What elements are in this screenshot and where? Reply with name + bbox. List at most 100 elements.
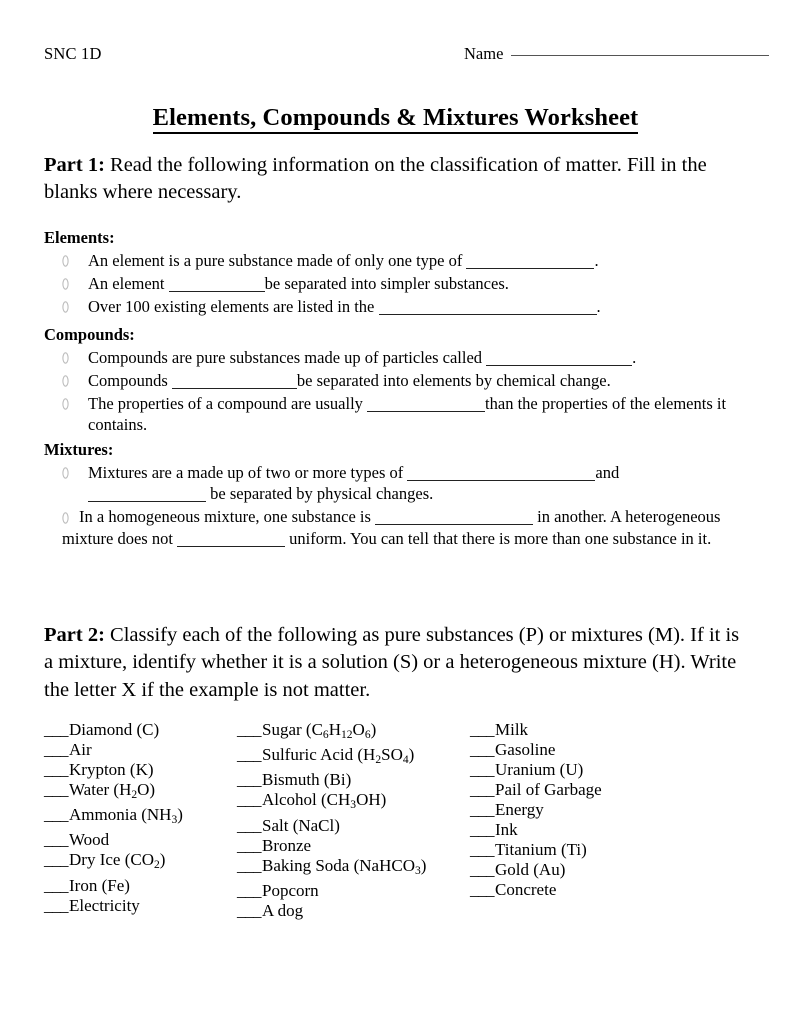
fill-in-blank[interactable] [177, 530, 286, 548]
list-item[interactable]: ___Salt (NaCl) [237, 816, 470, 836]
list-item[interactable]: ___Gold (Au) [470, 860, 602, 880]
bullet-pre-text: In a homogeneous mixture, one substance … [79, 506, 376, 526]
bullet-text: An element be separated into simpler sub… [88, 274, 750, 295]
fill-in-blank[interactable] [378, 299, 597, 316]
list-item[interactable]: ___Air [44, 740, 237, 760]
answer-blank[interactable]: ___ [237, 790, 262, 809]
list-item[interactable]: ___Popcorn [237, 881, 470, 901]
fill-in-blank[interactable] [367, 396, 486, 413]
answer-blank[interactable]: ___ [237, 770, 262, 789]
answer-blank[interactable]: ___ [237, 720, 262, 739]
part2-instructions: Part 2: Classify each of the following a… [44, 622, 750, 704]
list-item-label: Air [69, 740, 92, 759]
list-item[interactable]: ___Water (H2O) [44, 780, 237, 805]
list-item[interactable]: ___Electricity [44, 896, 237, 916]
answer-blank[interactable]: ___ [44, 850, 69, 869]
answer-blank[interactable]: ___ [470, 740, 495, 759]
list-item[interactable]: ___Krypton (K) [44, 760, 237, 780]
bullet-item: Over 100 existing elements are listed in… [44, 297, 750, 318]
answer-blank[interactable]: ___ [44, 720, 69, 739]
answer-blank[interactable]: ___ [470, 780, 495, 799]
answer-blank[interactable]: ___ [470, 880, 495, 899]
answer-blank[interactable]: ___ [237, 745, 262, 764]
answer-blank[interactable]: ___ [237, 816, 262, 835]
bullet-continuation-text: be separated by physical changes. [206, 483, 434, 503]
bullet-pre-text: The properties of a compound are usually [88, 394, 368, 414]
hollow-oval-bullet-icon [62, 251, 88, 267]
list-item-label: Salt (NaCl) [262, 815, 340, 835]
section-mixtures: Mixtures: Mixtures are a made up of two … [44, 440, 750, 550]
list-item-label: Sulfuric Acid (H [262, 745, 376, 765]
name-blank-line[interactable] [511, 55, 770, 56]
list-item[interactable]: ___Baking Soda (NaHCO3) [237, 856, 470, 881]
answer-blank[interactable]: ___ [470, 820, 495, 839]
answer-blank[interactable]: ___ [470, 720, 495, 739]
list-item[interactable]: ___Pail of Garbage [470, 780, 602, 800]
list-item[interactable]: ___Gasoline [470, 740, 602, 760]
bullet-text: Compounds be separated into elements by … [88, 371, 750, 392]
fill-in-blank[interactable] [88, 485, 206, 502]
classification-list: ___Diamond (C) ___Air ___Krypton (K) ___… [44, 720, 750, 921]
name-field-group: Name [464, 44, 770, 64]
list-item[interactable]: ___Ink [470, 820, 602, 840]
list-item[interactable]: ___Alcohol (CH3OH) [237, 790, 470, 815]
fill-in-blank[interactable] [407, 464, 596, 481]
list-item[interactable]: ___Dry Ice (CO2) [44, 850, 237, 875]
list-item[interactable]: ___Energy [470, 800, 602, 820]
fill-in-blank[interactable] [375, 508, 534, 525]
list-item[interactable]: ___Uranium (U) [470, 760, 602, 780]
answer-blank[interactable]: ___ [237, 836, 262, 855]
bullet-item: Compounds are pure substances made up of… [44, 348, 750, 369]
answer-blank[interactable]: ___ [44, 896, 69, 915]
hollow-oval-bullet-icon [62, 297, 88, 313]
section-elements: Elements: An element is a pure substance… [44, 228, 750, 318]
bullet-post-text: . [632, 347, 637, 367]
list-item-label-cont: ) [177, 805, 183, 825]
fill-in-blank[interactable] [466, 252, 595, 269]
list-item[interactable]: ___Sugar (C6H12O6) [237, 720, 470, 745]
answer-blank[interactable]: ___ [237, 901, 262, 920]
fill-in-blank[interactable] [486, 349, 633, 366]
bullet-post-text: . [594, 250, 599, 270]
answer-blank[interactable]: ___ [44, 760, 69, 779]
list-item-label: Ammonia (NH [69, 805, 172, 825]
classification-column-1: ___Diamond (C) ___Air ___Krypton (K) ___… [44, 720, 237, 921]
answer-blank[interactable]: ___ [470, 760, 495, 779]
list-item[interactable]: ___Bronze [237, 836, 470, 856]
answer-blank[interactable]: ___ [470, 800, 495, 819]
list-item[interactable]: ___Bismuth (Bi) [237, 770, 470, 790]
part2-label: Part 2: [44, 624, 105, 646]
answer-blank[interactable]: ___ [470, 860, 495, 879]
bullet-text: Over 100 existing elements are listed in… [88, 297, 750, 318]
list-item-label: Bismuth (Bi) [262, 770, 352, 790]
answer-blank[interactable]: ___ [44, 805, 69, 824]
answer-blank[interactable]: ___ [44, 830, 69, 849]
bullet-pre-text: Mixtures are a made up of two or more ty… [88, 462, 408, 482]
list-item[interactable]: ___Wood [44, 830, 237, 850]
bullet-pre-text: Over 100 existing elements are listed in… [88, 297, 379, 317]
list-item[interactable]: ___Ammonia (NH3) [44, 805, 237, 830]
list-item-label: A dog [262, 900, 304, 920]
list-item[interactable]: ___Diamond (C) [44, 720, 237, 740]
classification-column-2: ___Sugar (C6H12O6) ___Sulfuric Acid (H2S… [237, 720, 470, 921]
list-item[interactable]: ___Titanium (Ti) [470, 840, 602, 860]
answer-blank[interactable]: ___ [237, 856, 262, 875]
answer-blank[interactable]: ___ [44, 780, 69, 799]
list-item-label-cont: SO [381, 745, 403, 765]
course-code: SNC 1D [44, 44, 102, 63]
list-item[interactable]: ___Concrete [470, 880, 602, 900]
answer-blank[interactable]: ___ [44, 740, 69, 759]
answer-blank[interactable]: ___ [237, 881, 262, 900]
fill-in-blank[interactable] [171, 372, 297, 390]
list-item[interactable]: ___Sulfuric Acid (H2SO4) [237, 745, 470, 770]
list-item-label: Gold (Au) [495, 860, 566, 879]
part1-instructions: Part 1: Read the following information o… [44, 152, 744, 207]
hollow-oval-bullet-icon [62, 348, 88, 364]
hollow-oval-bullet-icon [62, 509, 69, 529]
answer-blank[interactable]: ___ [44, 876, 69, 895]
list-item[interactable]: ___Iron (Fe) [44, 876, 237, 896]
answer-blank[interactable]: ___ [470, 840, 495, 859]
fill-in-blank[interactable] [168, 275, 265, 293]
list-item[interactable]: ___A dog [237, 901, 470, 921]
list-item[interactable]: ___Milk [470, 720, 602, 740]
